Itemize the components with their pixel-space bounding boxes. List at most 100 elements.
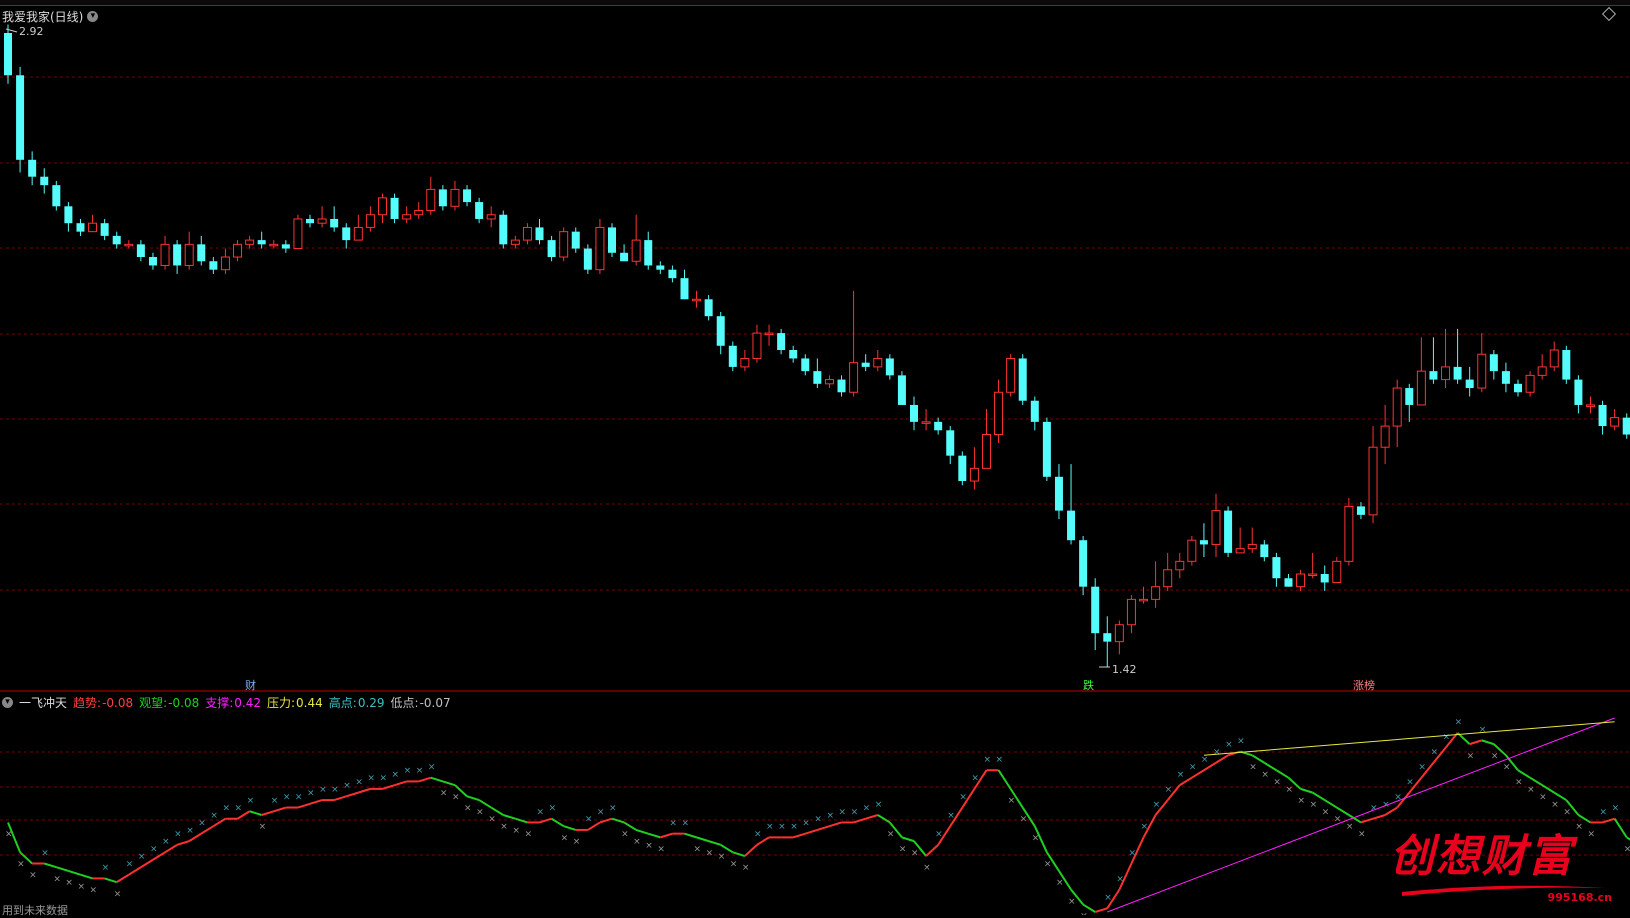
x-marker: × [1116,874,1124,884]
x-marker: × [222,804,230,814]
x-marker: × [1455,718,1463,728]
candle [450,180,460,211]
trend-segment [68,870,81,876]
x-marker: × [875,800,883,810]
candle [1344,497,1354,566]
x-marker: × [1237,736,1245,746]
marker-cai: 财 [245,679,256,692]
candle [184,231,194,270]
trend-segment [442,780,456,787]
candle [257,231,266,249]
x-marker: × [343,781,351,791]
x-marker: × [996,755,1004,765]
trend-segment [1360,817,1374,824]
x-marker: × [573,837,581,847]
trend-segment [297,802,311,809]
candle [148,252,157,270]
chart-canvas[interactable]: × × × × × × × × × × × × × × × × × × × × × × × × × × × × × × × × × × × × × × × ×… [0,0,1630,915]
candle [813,358,822,389]
candle [1368,426,1378,524]
candle [112,231,121,249]
candle [1175,552,1185,579]
trend-segment [853,817,866,824]
candle [656,261,665,274]
candle [1514,379,1522,397]
x-marker: × [126,860,134,870]
indicator-support: 支撑:0.42 [205,696,261,710]
x-marker: × [77,882,85,892]
x-marker: × [911,848,919,858]
candle [1477,333,1487,393]
x-marker: × [488,815,496,825]
x-marker: × [247,796,255,806]
x-marker: × [17,860,25,870]
x-marker: × [983,755,991,765]
candle [88,214,98,233]
trend-segment [1372,814,1386,820]
trend-segment [515,817,528,824]
candle [1103,616,1112,667]
candle [934,417,943,435]
candle [1610,409,1620,431]
candle [559,227,569,262]
candle [209,257,218,274]
x-marker: × [1068,897,1076,907]
x-marker: × [29,871,37,881]
trend-segment [611,817,625,824]
candle [499,210,508,249]
x-marker: × [464,804,472,814]
x-marker: × [1430,748,1438,758]
x-marker: × [428,763,436,773]
x-marker: × [41,848,49,858]
candle [233,240,243,262]
trend-segment [56,866,69,872]
candle [40,168,49,194]
x-marker: × [621,830,629,840]
candle [402,206,412,224]
x-marker: × [802,818,810,828]
x-marker: × [1165,785,1173,795]
x-marker: × [851,807,859,817]
candle [1562,345,1571,384]
candle [1199,523,1208,558]
trend-segment [696,836,709,843]
x-marker: × [1600,807,1608,817]
x-marker: × [1020,815,1028,825]
indicator-menu-icon[interactable]: ▾ [2,697,13,708]
x-marker: × [790,822,798,832]
x-marker: × [899,845,907,855]
candle [752,324,762,363]
candle [390,193,399,224]
candle [1006,354,1016,397]
x-marker: × [138,852,146,862]
candle [620,244,629,262]
x-marker: × [1225,740,1233,750]
x-marker: × [476,807,484,817]
candle [1332,557,1342,583]
dropdown-icon[interactable]: ▾ [87,11,99,22]
candle [1598,400,1607,435]
trend-segment [80,873,93,880]
x-marker: × [681,818,689,828]
x-marker: × [500,822,508,832]
candle [1453,328,1462,384]
trend-segment [901,836,915,843]
x-marker: × [669,818,677,828]
x-marker: × [440,789,448,799]
x-marker: × [694,845,702,855]
trend-segment [1469,739,1483,746]
candle [317,206,327,228]
candle [1224,506,1233,558]
indicator-name[interactable]: 一飞冲天 [19,694,67,711]
candle [197,235,206,266]
x-marker: × [839,807,847,817]
high-price-label: 2.92 [19,25,44,38]
candle [873,350,883,372]
x-marker: × [392,770,400,780]
x-marker: × [537,807,545,817]
trend-segment [466,795,480,802]
x-marker: × [1612,804,1620,814]
trend-segment [430,776,444,783]
trend-segment [792,832,806,839]
candle [1187,535,1197,566]
